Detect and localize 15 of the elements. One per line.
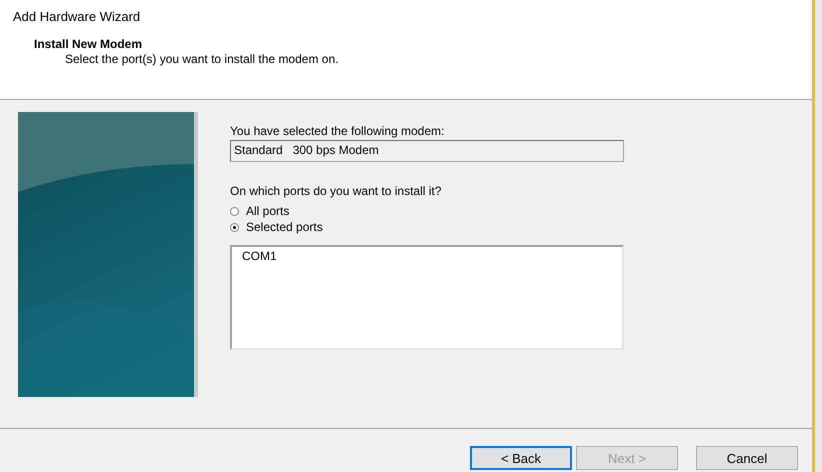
radio-icon[interactable] — [230, 206, 239, 216]
wizard-button[interactable]: Cancel — [696, 446, 798, 470]
port-radio[interactable]: Selected ports — [230, 220, 624, 234]
port-radio[interactable]: All ports — [230, 204, 624, 218]
window-title: Add Hardware Wizard — [13, 9, 142, 24]
radio-label: Selected ports — [246, 220, 323, 234]
modem-field: Standard 300 bps Modem — [230, 140, 624, 162]
wizard-button[interactable]: < Back — [470, 446, 572, 470]
radio-label: All ports — [246, 204, 290, 218]
page-title: Install New Modem — [34, 37, 144, 51]
modem-label: You have selected the following modem: — [230, 124, 446, 138]
radio-icon[interactable] — [230, 222, 239, 232]
ports-question: On which ports do you want to install it? — [230, 184, 442, 198]
page-subtitle: Select the port(s) you want to install the modem on. — [65, 52, 340, 66]
port-list-item[interactable]: COM1 — [242, 249, 612, 263]
